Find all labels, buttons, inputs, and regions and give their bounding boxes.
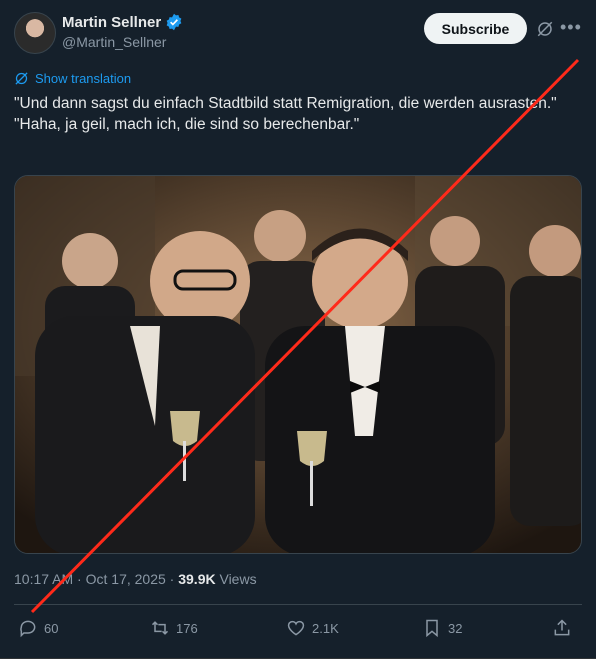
- reply-button[interactable]: 60: [18, 618, 58, 638]
- tweet-meta: 10:17 AM · Oct 17, 2025 · 39.9K Views: [14, 571, 257, 587]
- photo-illustration: [15, 176, 581, 553]
- tweet-text: "Und dann sagst du einfach Stadtbild sta…: [14, 93, 574, 135]
- divider: [14, 604, 582, 605]
- author-block: Martin Sellner @Martin_Sellner: [62, 13, 183, 50]
- bookmark-button[interactable]: 32: [422, 618, 462, 638]
- verified-badge-icon: [166, 13, 182, 31]
- heart-icon: [287, 620, 305, 636]
- grok-icon[interactable]: [536, 20, 554, 38]
- meta-separator: ·: [169, 571, 175, 587]
- avatar[interactable]: [14, 12, 56, 54]
- reply-count: 60: [44, 620, 59, 636]
- like-button[interactable]: 2.1K: [286, 618, 339, 638]
- tweet-image[interactable]: [14, 175, 582, 554]
- bookmark-icon: [426, 619, 438, 638]
- tweet-time[interactable]: 10:17 AM: [14, 571, 73, 587]
- action-bar: 60 176 2.1K 32: [14, 618, 582, 642]
- show-translation-label: Show translation: [35, 71, 132, 86]
- repost-count: 176: [176, 620, 198, 636]
- views-label: Views: [219, 571, 257, 587]
- tweet-header: Martin Sellner @Martin_Sellner Subscribe…: [14, 12, 582, 54]
- repost-button[interactable]: 176: [150, 618, 198, 638]
- show-translation-link[interactable]: Show translation: [14, 71, 131, 86]
- bookmark-count: 32: [448, 620, 463, 636]
- share-icon: [554, 619, 570, 636]
- more-icon[interactable]: •••: [560, 17, 582, 38]
- grok-icon: [15, 72, 28, 85]
- repost-icon: [151, 621, 169, 635]
- share-button[interactable]: [552, 618, 572, 638]
- like-count: 2.1K: [312, 620, 339, 636]
- tweet-date[interactable]: Oct 17, 2025: [86, 571, 166, 587]
- views-count: 39.9K: [178, 571, 216, 587]
- subscribe-button[interactable]: Subscribe: [424, 13, 527, 44]
- tweet-text-line: "Haha, ja geil, mach ich, die sind so be…: [14, 116, 360, 133]
- tweet-text-line: "Und dann sagst du einfach Stadtbild sta…: [14, 95, 557, 112]
- author-handle[interactable]: @Martin_Sellner: [62, 34, 183, 50]
- reply-icon: [20, 620, 36, 638]
- author-name[interactable]: Martin Sellner: [62, 14, 161, 31]
- meta-separator: ·: [77, 571, 82, 587]
